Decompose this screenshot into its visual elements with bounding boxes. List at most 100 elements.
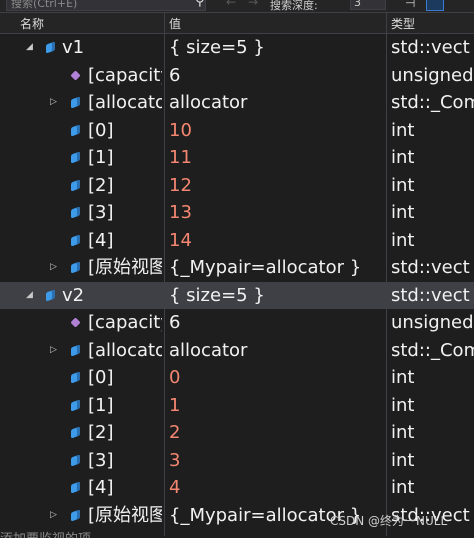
row-value[interactable]: {_Mypair=allocator } <box>169 254 385 281</box>
collapse-arrow-icon[interactable]: ◢ <box>26 34 36 61</box>
field-icon <box>71 261 80 274</box>
row-type: int <box>391 422 415 443</box>
search-depth-label: 搜索深度: <box>270 0 318 12</box>
row-name: [1] <box>88 394 114 416</box>
watch-row[interactable]: [3] 3 int <box>0 447 474 474</box>
expand-arrow-icon[interactable]: ▷ <box>50 89 60 116</box>
row-name: [allocator] <box>88 339 162 361</box>
expand-arrow-icon[interactable]: ▷ <box>50 254 60 281</box>
row-type: std::vect <box>391 37 470 58</box>
field-icon <box>46 41 55 54</box>
watch-row[interactable]: [4] 4 int <box>0 474 474 501</box>
row-name: [capacity] <box>88 312 162 333</box>
row-value[interactable]: 3 <box>169 447 385 474</box>
watch-row[interactable]: ▷ [allocator] allocator std::_Com <box>0 89 474 116</box>
header-type[interactable]: 类型 <box>391 15 415 32</box>
watch-row[interactable]: ▷ [allocator] allocator std::_Com <box>0 337 474 364</box>
collapse-arrow-icon[interactable]: ◢ <box>26 282 36 309</box>
row-name: v1 <box>62 37 85 58</box>
hex-display-icon[interactable] <box>426 0 444 11</box>
watch-row[interactable]: [0] 10 int <box>0 117 474 144</box>
row-name: [原始视图] <box>88 257 162 278</box>
row-name: [2] <box>88 422 114 443</box>
row-value[interactable]: 6 <box>169 309 385 336</box>
back-arrow-icon[interactable]: ← <box>226 0 236 9</box>
row-value[interactable]: 14 <box>169 227 385 254</box>
field-icon <box>71 481 80 494</box>
watch-row[interactable]: [2] 12 int <box>0 172 474 199</box>
watch-row[interactable]: [2] 2 int <box>0 419 474 446</box>
watch-row[interactable]: [0] 0 int <box>0 364 474 391</box>
row-value[interactable]: 2 <box>169 419 385 446</box>
row-type: std::_Com <box>391 339 474 361</box>
row-type: int <box>391 229 415 251</box>
row-name: [2] <box>88 174 114 196</box>
field-icon <box>71 178 80 192</box>
row-value[interactable]: allocator <box>169 337 385 364</box>
search-input[interactable]: 搜索(Ctrl+E) <box>6 0 206 11</box>
row-type: int <box>391 119 415 141</box>
row-name: [0] <box>88 367 114 388</box>
row-type: int <box>391 394 415 416</box>
pin-icon[interactable]: ⊣ <box>405 0 415 10</box>
row-value[interactable]: 13 <box>169 199 385 226</box>
add-watch-hint[interactable]: 添加要监视的项 <box>0 528 300 538</box>
watch-row[interactable]: [4] 14 int <box>0 227 474 254</box>
row-type: std::vect <box>391 257 470 278</box>
row-name: [allocator] <box>88 92 162 113</box>
row-name: [3] <box>88 202 114 223</box>
field-icon <box>71 123 80 137</box>
field-icon <box>46 288 55 302</box>
row-name: [原始视图] <box>88 504 162 526</box>
row-value[interactable]: 10 <box>169 117 385 144</box>
search-icon[interactable]: ⚲ <box>195 0 205 9</box>
forward-arrow-icon[interactable]: → <box>248 0 258 9</box>
row-value[interactable]: { size=5 } <box>169 34 385 61</box>
row-value[interactable]: allocator <box>169 89 385 116</box>
field-icon <box>71 233 80 247</box>
row-value[interactable]: { size=5 } <box>169 282 385 309</box>
field-icon <box>71 508 80 522</box>
watch-row[interactable]: [1] 11 int <box>0 144 474 171</box>
row-value[interactable]: 11 <box>169 144 385 171</box>
row-name: [4] <box>88 229 114 251</box>
field-icon <box>71 426 80 439</box>
row-type: int <box>391 202 415 223</box>
watch-row[interactable]: ◢ v2 { size=5 } std::vect <box>0 281 474 309</box>
watch-row[interactable]: [capacity] 6 unsigned <box>0 309 474 336</box>
watermark: CSDN @终为一NULL <box>330 514 448 528</box>
field-icon <box>71 96 80 109</box>
row-type: int <box>391 449 415 471</box>
watch-row[interactable]: [capacity] 6 unsigned <box>0 62 474 89</box>
row-type: std::vect <box>391 284 470 306</box>
row-name: [0] <box>88 119 114 141</box>
row-value[interactable]: 0 <box>169 364 385 391</box>
expand-arrow-icon[interactable]: ▷ <box>50 502 60 529</box>
row-value[interactable]: 12 <box>169 172 385 199</box>
row-type: int <box>391 477 415 498</box>
watch-row[interactable]: [3] 13 int <box>0 199 474 226</box>
field-icon <box>71 453 80 467</box>
row-name: v2 <box>62 284 85 306</box>
row-name: [1] <box>88 147 114 168</box>
field-icon <box>71 151 80 164</box>
field-icon <box>71 206 80 219</box>
row-value[interactable]: 1 <box>169 392 385 419</box>
header-name[interactable]: 名称 <box>20 15 44 32</box>
search-depth-select[interactable]: 3 <box>350 0 386 10</box>
row-value[interactable]: 6 <box>169 62 385 89</box>
row-value[interactable]: 4 <box>169 474 385 501</box>
row-type: int <box>391 174 415 196</box>
watch-row[interactable]: ◢ v1 { size=5 } std::vect <box>0 34 474 61</box>
column-header: 名称 值 类型 <box>0 13 474 34</box>
field-icon <box>71 398 80 412</box>
watch-row[interactable]: ▷ [原始视图] {_Mypair=allocator } std::vect <box>0 254 474 281</box>
header-value[interactable]: 值 <box>169 15 181 32</box>
expand-arrow-icon[interactable]: ▷ <box>50 337 60 364</box>
watch-toolbar: 搜索(Ctrl+E) ⚲ ← → 搜索深度: 3 ⊣ <box>0 0 474 13</box>
row-type: int <box>391 367 415 388</box>
watch-row[interactable]: [1] 1 int <box>0 392 474 419</box>
field-icon <box>71 371 80 384</box>
row-name: [4] <box>88 477 114 498</box>
row-type: unsigned <box>391 64 474 86</box>
